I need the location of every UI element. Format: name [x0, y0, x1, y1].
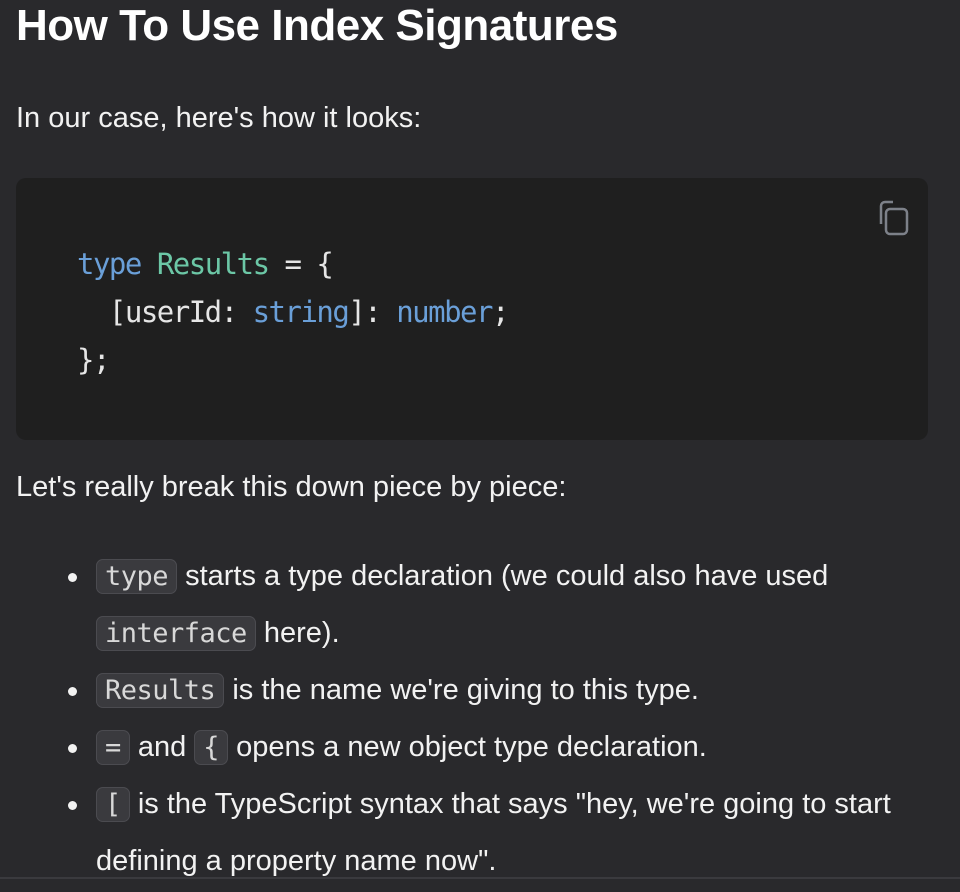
list-item: = and { opens a new object type declarat…: [68, 719, 936, 776]
breakdown-intro: Let's really break this down piece by pi…: [16, 471, 567, 503]
copy-icon[interactable]: [872, 198, 912, 238]
intro-paragraph: In our case, here's how it looks:: [16, 102, 422, 134]
divider: [0, 877, 960, 879]
code-content: type Results = { [userId: string]: numbe…: [77, 247, 509, 377]
list-item: Results is the name we're giving to this…: [68, 662, 936, 719]
list-item: type starts a type declaration (we could…: [68, 548, 936, 662]
breakdown-list: type starts a type declaration (we could…: [16, 548, 936, 889]
page-title: How To Use Index Signatures: [16, 1, 618, 50]
code-block: type Results = { [userId: string]: numbe…: [16, 178, 928, 440]
list-item: [ is the TypeScript syntax that says "he…: [68, 776, 936, 889]
